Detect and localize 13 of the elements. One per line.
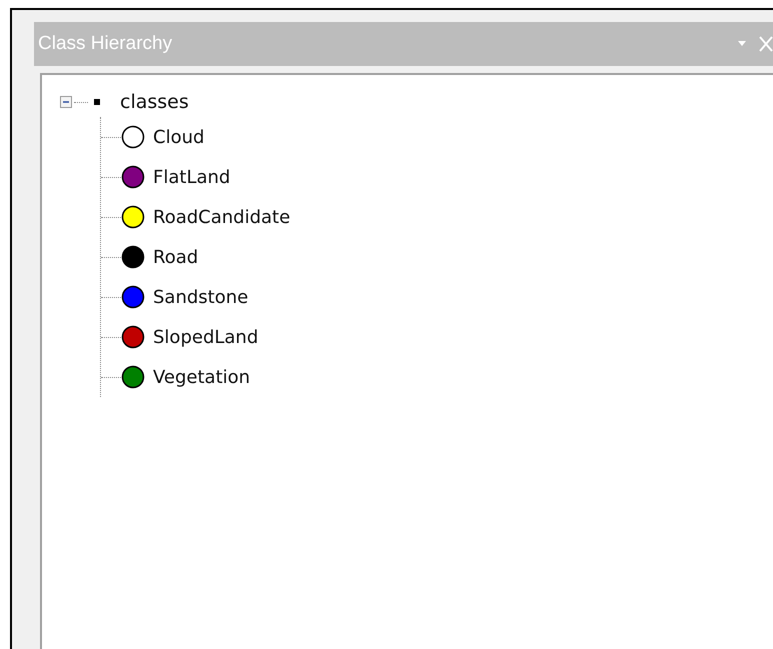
tree-item[interactable]: Cloud xyxy=(153,126,204,148)
tree-item[interactable]: FlatLand xyxy=(153,166,230,188)
panel-title: Class Hierarchy xyxy=(38,33,174,55)
tree-item[interactable]: Vegetation xyxy=(153,366,250,388)
close-icon[interactable] xyxy=(759,36,773,52)
tree-item[interactable]: RoadCandidate xyxy=(153,206,290,228)
tree-item[interactable]: SlopedLand xyxy=(153,326,258,348)
tree-item[interactable]: Sandstone xyxy=(153,286,248,308)
dropdown-icon[interactable] xyxy=(737,41,747,47)
node-square-icon xyxy=(94,99,100,105)
tree-item[interactable]: Road xyxy=(153,246,198,268)
collapse-toggle-icon[interactable] xyxy=(60,96,72,108)
tree-item[interactable]: classes xyxy=(120,91,189,113)
